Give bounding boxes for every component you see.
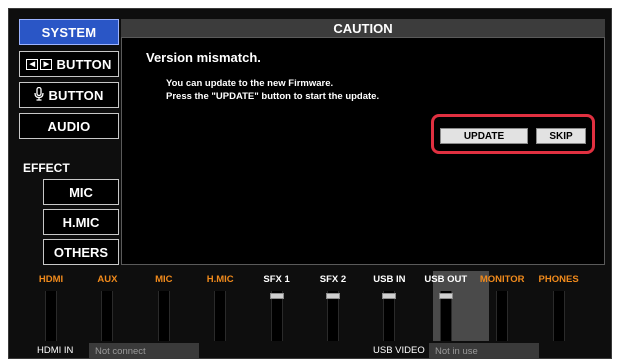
mixer-channel[interactable]: MONITOR (474, 271, 530, 341)
sidebar-item-label: MIC (69, 184, 93, 200)
sidebar-item-label: SYSTEM (41, 24, 97, 40)
mixer: HDMI AUX MIC H.MIC SFX 1 SFX 2 USB IN USB OUT MO… (9, 271, 613, 343)
mixer-channel[interactable]: H.MIC (192, 271, 248, 341)
dialog-title: Version mismatch. (146, 50, 261, 65)
sidebar-item-label: OTHERS (53, 244, 109, 260)
fader-track[interactable] (45, 291, 57, 341)
hdmi-in-label: HDMI IN (37, 345, 74, 356)
sidebar-item-hmic[interactable]: H.MIC (43, 209, 119, 235)
skip-button[interactable]: SKIP (536, 128, 586, 144)
usb-video-value: Not in use (429, 343, 539, 359)
mixer-channel[interactable]: MIC (136, 271, 192, 341)
fader-track[interactable] (214, 291, 227, 341)
fader-knob[interactable] (438, 293, 453, 299)
sidebar-item-lr-button[interactable]: ◀ ▶ BUTTON (19, 51, 119, 77)
effect-label: EFFECT (23, 161, 70, 175)
usb-video-label: USB VIDEO (373, 345, 425, 356)
hdmi-in-value: Not connect (89, 343, 199, 359)
device-screen: SYSTEM ◀ ▶ BUTTON BUTTON AUDIO EFFECT MI… (8, 8, 612, 359)
status-bar: HDMI IN Not connect USB VIDEO Not in use (9, 343, 613, 359)
sidebar-item-mic-button[interactable]: BUTTON (19, 82, 119, 108)
mixer-channel[interactable]: AUX (79, 271, 135, 341)
dialog-message-line1: You can update to the new Firmware. (166, 78, 334, 89)
fader-track[interactable] (157, 291, 170, 341)
channel-label: SFX 2 (319, 274, 347, 285)
channel-label: HDMI (38, 274, 64, 285)
fader-knob[interactable] (269, 293, 284, 299)
channel-label: MIC (155, 274, 173, 285)
microphone-icon (34, 86, 45, 104)
channel-label: USB OUT (424, 274, 468, 285)
channel-label: H.MIC (206, 274, 234, 285)
dialog-message-line2: Press the "UPDATE" button to start the u… (166, 91, 380, 102)
mixer-channel[interactable]: USB OUT (418, 271, 474, 341)
dialog-header: CAUTION (121, 19, 605, 37)
channel-label: USB IN (373, 274, 406, 285)
fader-track[interactable] (496, 291, 509, 341)
channel-label: PHONES (538, 274, 579, 285)
mixer-channel[interactable]: SFX 1 (249, 271, 305, 341)
sidebar: SYSTEM ◀ ▶ BUTTON BUTTON AUDIO EFFECT MI… (19, 19, 119, 265)
fader-knob[interactable] (326, 293, 340, 299)
sidebar-item-label: H.MIC (62, 214, 100, 230)
fader-knob[interactable] (382, 293, 397, 299)
sidebar-item-label: BUTTON (48, 87, 104, 103)
channel-label: SFX 1 (263, 274, 290, 285)
mixer-channel[interactable]: SFX 2 (305, 271, 361, 341)
sidebar-item-label: AUDIO (47, 118, 91, 134)
sidebar-item-mic[interactable]: MIC (43, 179, 119, 205)
sidebar-item-label: BUTTON (56, 56, 112, 72)
sidebar-item-audio[interactable]: AUDIO (19, 113, 119, 139)
fader-track[interactable] (101, 291, 114, 341)
mixer-channel[interactable]: HDMI (23, 271, 79, 341)
mixer-channel[interactable]: PHONES (531, 271, 587, 341)
caution-dialog: Version mismatch. You can update to the … (121, 37, 605, 265)
channel-label: MONITOR (479, 274, 525, 285)
fader-track[interactable] (552, 291, 565, 341)
channel-label: AUX (97, 274, 118, 285)
sidebar-item-others[interactable]: OTHERS (43, 239, 119, 265)
mixer-channel[interactable]: USB IN (361, 271, 417, 341)
left-right-arrows-icon: ◀ ▶ (26, 58, 53, 70)
sidebar-item-system[interactable]: SYSTEM (19, 19, 119, 45)
update-button[interactable]: UPDATE (440, 128, 528, 144)
